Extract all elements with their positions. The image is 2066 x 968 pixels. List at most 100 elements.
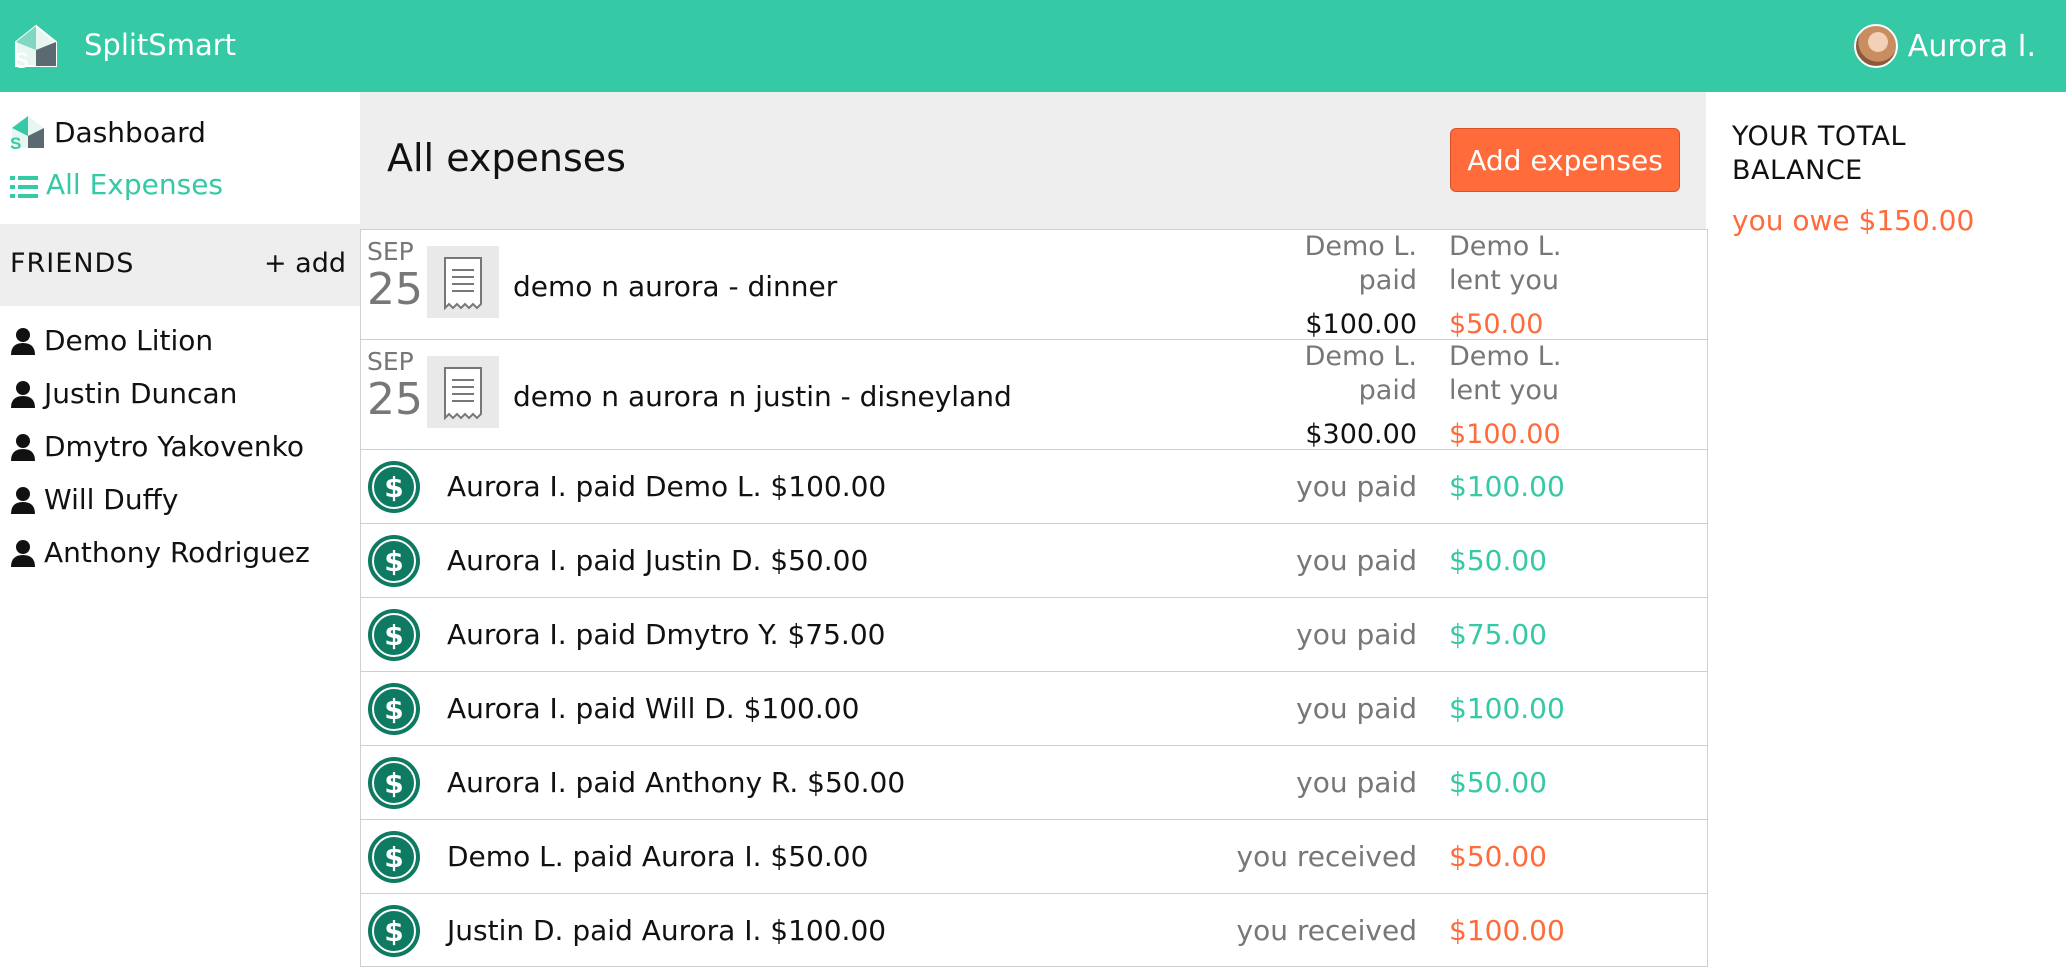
payment-row[interactable]: $ Aurora I. paid Demo L. $100.00 you pai…: [361, 449, 1707, 523]
sidebar-item-all-expenses[interactable]: All Expenses: [10, 168, 223, 201]
friend-item[interactable]: Justin Duncan: [10, 377, 237, 410]
balance-title-line2: BALANCE: [1732, 155, 1863, 186]
lender-name: Demo L.: [1449, 341, 1562, 372]
payment-label: you paid: [1296, 470, 1417, 503]
left-sidebar: S Dashboard All Expenses FRIENDS + add D…: [0, 92, 360, 968]
payment-row[interactable]: $ Aurora I. paid Anthony R. $50.00 you p…: [361, 745, 1707, 819]
expense-date: SEP 25: [367, 348, 423, 424]
expense-list: SEP 25 demo n aurora - dinner Demo L. pa…: [360, 229, 1708, 967]
payment-description: Justin D. paid Aurora I. $100.00: [447, 914, 887, 947]
payment-row[interactable]: $ Justin D. paid Aurora I. $100.00 you r…: [361, 893, 1707, 967]
list-icon: [10, 173, 38, 198]
friend-item[interactable]: Will Duffy: [10, 483, 178, 516]
payment-amount: $100.00: [1449, 914, 1565, 947]
page-title: All expenses: [387, 136, 626, 180]
lent-amount: $100.00: [1449, 419, 1561, 450]
payment-row[interactable]: $ Aurora I. paid Justin D. $50.00 you pa…: [361, 523, 1707, 597]
friend-name: Justin Duncan: [44, 377, 238, 410]
friend-item[interactable]: Dmytro Yakovenko: [10, 430, 304, 463]
payment-row[interactable]: $ Aurora I. paid Dmytro Y. $75.00 you pa…: [361, 597, 1707, 671]
friend-item[interactable]: Anthony Rodriguez: [10, 536, 310, 569]
payment-description: Demo L. paid Aurora I. $50.00: [447, 840, 869, 873]
dollar-icon: $: [367, 460, 421, 514]
user-icon: [10, 486, 36, 514]
payment-row[interactable]: $ Demo L. paid Aurora I. $50.00 you rece…: [361, 819, 1707, 893]
user-name: Aurora I.: [1907, 28, 2036, 64]
expense-month: SEP: [367, 237, 414, 266]
payment-amount: $50.00: [1449, 840, 1547, 873]
add-expenses-button[interactable]: Add expenses: [1450, 128, 1680, 192]
payment-amount: $100.00: [1449, 692, 1565, 725]
main-header: All expenses Add expenses: [360, 92, 1706, 229]
expense-description: demo n aurora - dinner: [513, 270, 838, 303]
svg-text:$: $: [384, 767, 403, 800]
payer-name: Demo L.: [1304, 341, 1417, 372]
dollar-icon: $: [367, 904, 421, 958]
payer-info: Demo L. paid $100.00: [1197, 230, 1417, 342]
payment-amount: $75.00: [1449, 618, 1547, 651]
svg-text:$: $: [384, 545, 403, 578]
lender-name: Demo L.: [1449, 231, 1562, 262]
payment-description: Aurora I. paid Will D. $100.00: [447, 692, 860, 725]
expense-row[interactable]: SEP 25 demo n aurora - dinner Demo L. pa…: [361, 229, 1707, 342]
expense-month: SEP: [367, 347, 414, 376]
lent-amount: $50.00: [1449, 309, 1544, 340]
lent-info: Demo L. lent you $50.00: [1449, 230, 1689, 342]
user-menu[interactable]: Aurora I.: [1853, 22, 2036, 70]
expense-row[interactable]: SEP 25 demo n aurora n justin - disneyla…: [361, 339, 1707, 452]
payment-label: you paid: [1296, 692, 1417, 725]
payer-info: Demo L. paid $300.00: [1197, 340, 1417, 452]
payment-description: Aurora I. paid Dmytro Y. $75.00: [447, 618, 886, 651]
svg-text:$: $: [384, 693, 403, 726]
payment-label: you paid: [1296, 618, 1417, 651]
payment-row[interactable]: $ Aurora I. paid Will D. $100.00 you pai…: [361, 671, 1707, 745]
payment-label: you paid: [1296, 544, 1417, 577]
payment-description: Aurora I. paid Demo L. $100.00: [447, 470, 887, 503]
user-icon: [10, 380, 36, 408]
dollar-icon: $: [367, 534, 421, 588]
user-icon: [10, 327, 36, 355]
payment-label: you paid: [1296, 766, 1417, 799]
payer-verb: paid: [1358, 375, 1417, 406]
user-icon: [10, 539, 36, 567]
paid-amount: $300.00: [1305, 419, 1417, 450]
user-icon: [10, 433, 36, 461]
friend-name: Demo Lition: [44, 324, 214, 357]
balance-title: YOUR TOTAL BALANCE: [1732, 120, 1906, 188]
sidebar-item-label: Dashboard: [54, 115, 206, 149]
receipt-icon: [427, 246, 499, 318]
payment-label: you received: [1236, 914, 1417, 947]
svg-text:$: $: [384, 471, 403, 504]
dollar-icon: $: [367, 608, 421, 662]
svg-text:S: S: [10, 134, 21, 150]
sidebar-item-dashboard[interactable]: S Dashboard: [10, 114, 206, 154]
friend-item[interactable]: Demo Lition: [10, 324, 213, 357]
balance-value: you owe $150.00: [1732, 204, 1975, 237]
friend-name: Will Duffy: [44, 483, 179, 516]
lent-verb: lent you: [1449, 265, 1560, 296]
add-friend-link[interactable]: + add: [264, 248, 346, 279]
payer-name: Demo L.: [1304, 231, 1417, 262]
paid-amount: $100.00: [1305, 309, 1417, 340]
lent-verb: lent you: [1449, 375, 1560, 406]
expense-day: 25: [367, 374, 423, 425]
dollar-icon: $: [367, 682, 421, 736]
expense-date: SEP 25: [367, 238, 423, 314]
main-content: All expenses Add expenses SEP 25 demo n …: [360, 92, 1708, 968]
splitsmart-logo-icon[interactable]: S: [12, 22, 60, 73]
svg-text:$: $: [384, 619, 403, 652]
payment-description: Aurora I. paid Anthony R. $50.00: [447, 766, 906, 799]
dollar-icon: $: [367, 756, 421, 810]
brand-name[interactable]: SplitSmart: [84, 28, 236, 62]
friend-name: Anthony Rodriguez: [44, 536, 310, 569]
sidebar-item-label: All Expenses: [46, 168, 224, 201]
svg-text:$: $: [384, 841, 403, 874]
payment-amount: $50.00: [1449, 766, 1547, 799]
splitsmart-logo-icon: S: [10, 114, 46, 153]
top-navbar: S SplitSmart Aurora I.: [0, 0, 2066, 92]
lent-info: Demo L. lent you $100.00: [1449, 340, 1689, 452]
payment-amount: $100.00: [1449, 470, 1565, 503]
balance-title-line1: YOUR TOTAL: [1732, 121, 1907, 152]
avatar: [1853, 24, 1898, 68]
friends-title: FRIENDS: [10, 248, 135, 279]
